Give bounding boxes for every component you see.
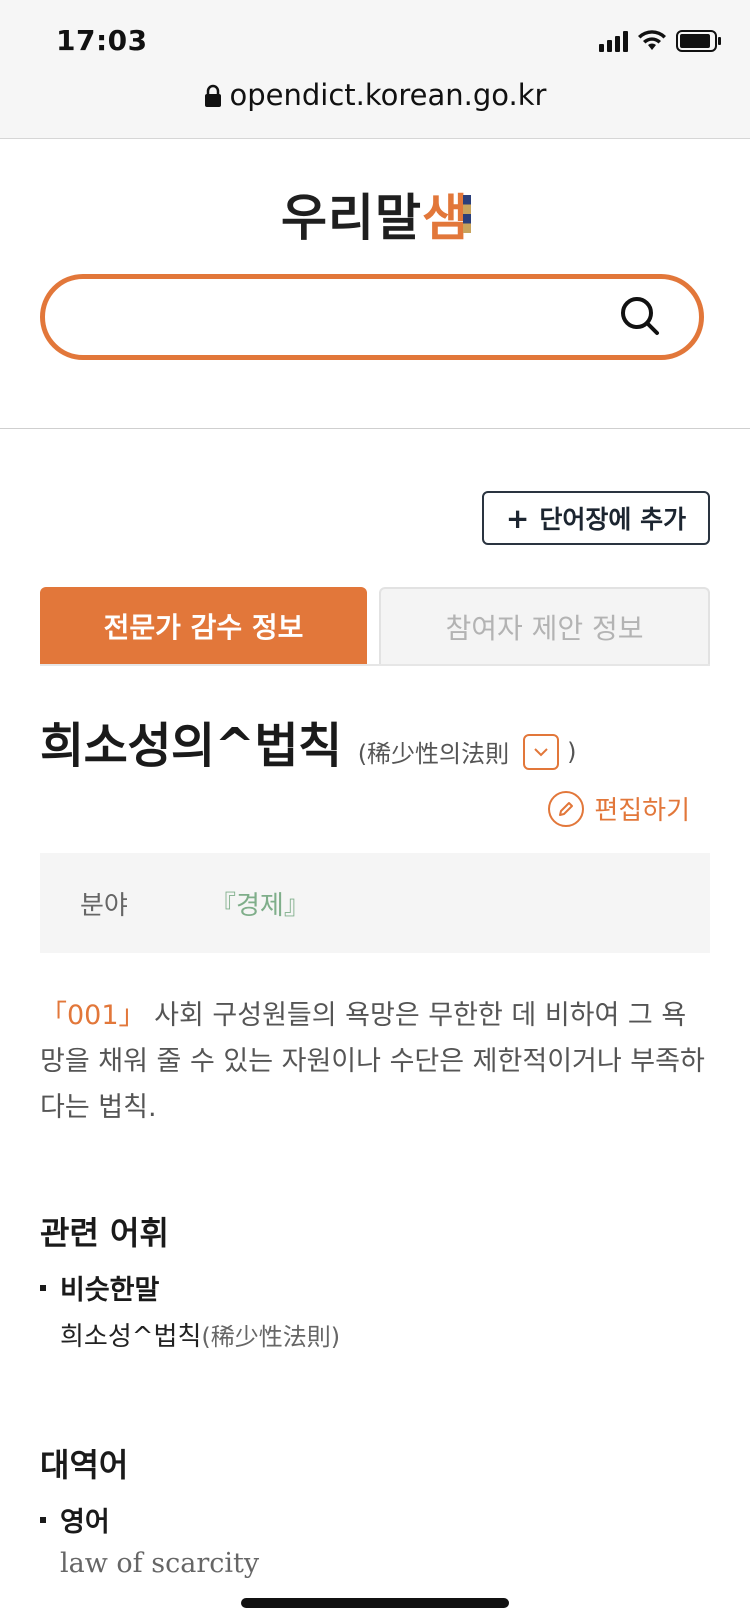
headword-row: 희소성의^법칙 (稀少性의法則 ) (40, 706, 577, 776)
battery-icon (676, 30, 722, 52)
tab-underline (40, 664, 710, 666)
home-indicator (241, 1598, 509, 1608)
translation-language: 영어 (40, 1500, 110, 1539)
plus-icon: + (505, 501, 530, 535)
headword: 희소성의^법칙 (40, 718, 342, 774)
add-wordbook-label: 단어장에 추가 (539, 505, 687, 534)
search-icon[interactable] (619, 295, 663, 343)
site-logo[interactable]: 우리말샘 (0, 178, 750, 250)
lock-icon (204, 81, 222, 115)
tab-participant-info[interactable]: 참여자 제안 정보 (379, 587, 710, 665)
edit-button[interactable]: 편집하기 (548, 790, 690, 827)
pencil-icon (548, 790, 585, 827)
related-category: 비슷한말 (40, 1268, 159, 1307)
status-icons (599, 30, 722, 52)
definition-number: 「001」 (40, 1000, 146, 1031)
definition: 「001」 사회 구성원들의 욕망은 무한한 데 비하여 그 욕망을 채워 줄 … (40, 993, 710, 1131)
url-text: opendict.korean.go.kr (229, 78, 547, 112)
hanja-text: (稀少性의法則 (357, 740, 510, 768)
chevron-down-icon (534, 747, 548, 756)
related-category-label: 비슷한말 (60, 1275, 160, 1306)
logo-accent: 샘 (422, 189, 469, 247)
field-label: 분야 (80, 890, 128, 921)
search-input[interactable] (75, 297, 619, 339)
browser-top-bar: 17:03 opendict.korean.go.kr (0, 0, 750, 139)
translation-language-label: 영어 (60, 1507, 110, 1538)
hanja-close: ) (567, 737, 577, 766)
bullet-icon (40, 1516, 46, 1523)
edit-label: 편집하기 (594, 796, 690, 826)
hanja-dropdown-button[interactable] (523, 733, 560, 770)
translation-value: law of scarcity (60, 1548, 260, 1579)
related-word-hanja: (稀少性法則) (201, 1323, 341, 1351)
related-word-text: 희소성^법칙 (60, 1322, 202, 1352)
header-divider (0, 428, 750, 429)
signal-icon (599, 30, 628, 52)
related-word[interactable]: 희소성^법칙(稀少性法則) (60, 1316, 340, 1353)
status-time: 17:03 (56, 24, 148, 57)
add-to-wordbook-button[interactable]: + 단어장에 추가 (482, 491, 710, 545)
field-info-box: 분야 『경제』 (40, 853, 710, 953)
bullet-icon (40, 1284, 46, 1291)
wifi-icon (638, 30, 666, 52)
address-bar[interactable]: opendict.korean.go.kr (0, 78, 750, 115)
search-box (40, 274, 704, 360)
headword-hanja: (稀少性의法則 ) (357, 733, 577, 770)
logo-text: 우리말 (281, 189, 422, 247)
field-value[interactable]: 『경제』 (210, 885, 310, 922)
translation-title: 대역어 (40, 1446, 129, 1484)
info-tabs: 전문가 감수 정보 참여자 제안 정보 (40, 587, 710, 665)
tab-expert-info[interactable]: 전문가 감수 정보 (40, 587, 367, 665)
related-words-title: 관련 어휘 (40, 1214, 169, 1252)
